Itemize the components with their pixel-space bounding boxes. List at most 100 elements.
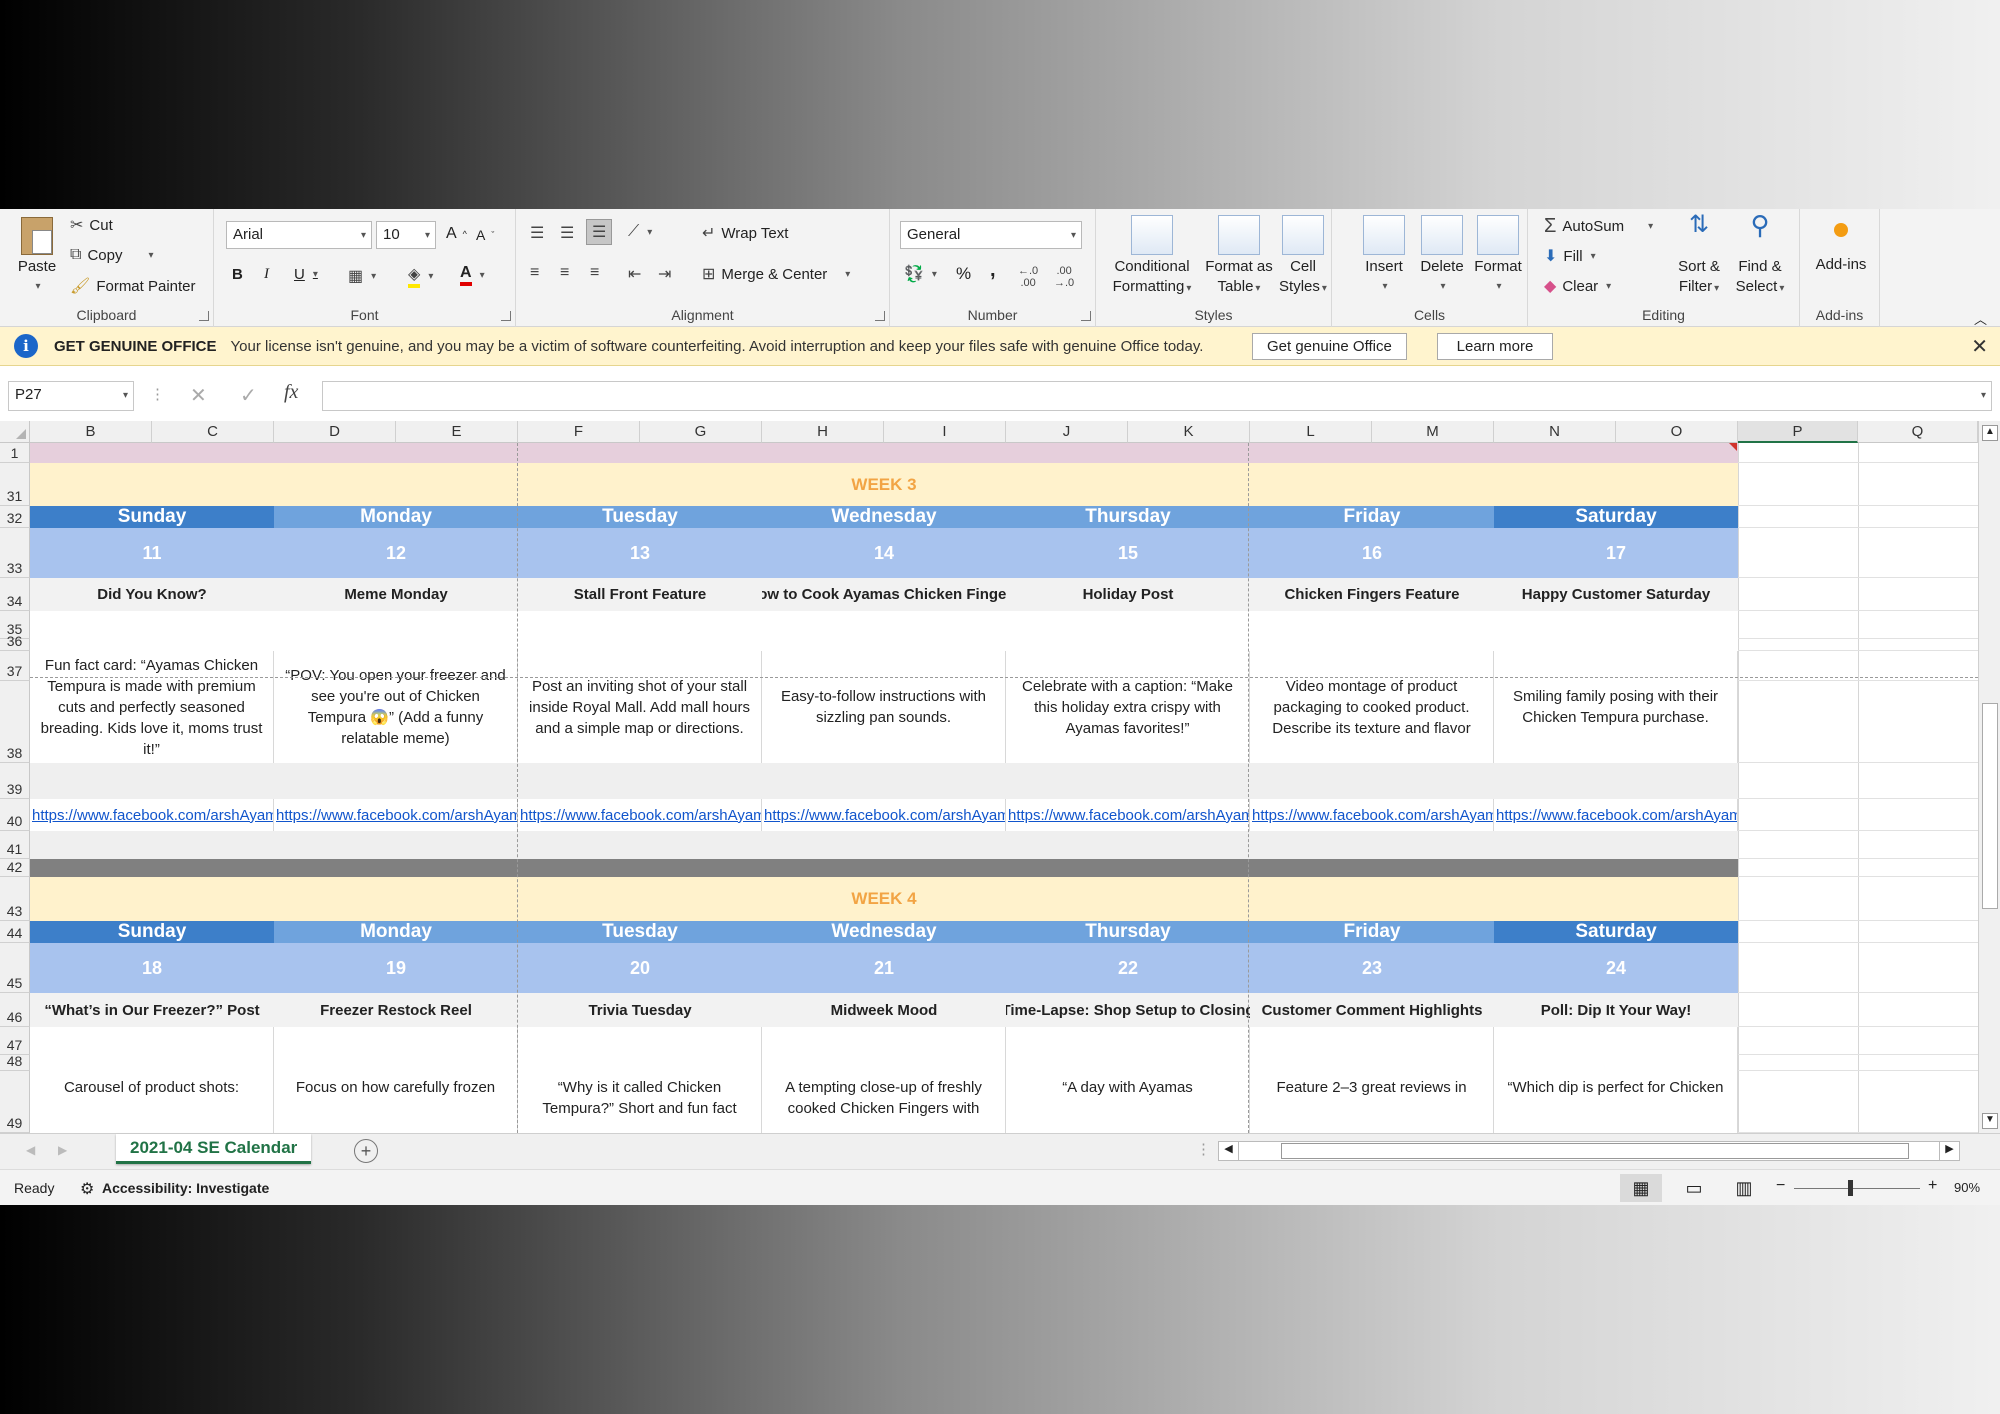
column-header-i[interactable]: I <box>884 421 1006 443</box>
column-header-e[interactable]: E <box>396 421 518 443</box>
column-header-k[interactable]: K <box>1128 421 1250 443</box>
bold-button[interactable]: B <box>232 266 243 283</box>
top-align-button[interactable]: ☰ <box>530 223 544 243</box>
row-header-32[interactable]: 32 <box>0 506 30 528</box>
get-genuine-office-button[interactable]: Get genuine Office <box>1252 333 1407 360</box>
column-p-area[interactable] <box>1738 443 1858 1133</box>
clipboard-launcher-icon[interactable] <box>199 311 209 321</box>
horizontal-scrollbar[interactable]: ◀ ▶ <box>1218 1141 1960 1161</box>
zoom-slider[interactable] <box>1794 1188 1920 1189</box>
w3-link-1[interactable]: https://www.facebook.com/arshAyamas <box>274 799 518 831</box>
copy-button[interactable]: ⧉ Copy ▾ <box>70 246 154 264</box>
merge-center-button[interactable]: ⊞ Merge & Center ▾ <box>702 264 850 284</box>
format-button[interactable]: Format ▾ <box>1470 215 1526 297</box>
learn-more-button[interactable]: Learn more <box>1437 333 1553 360</box>
page-layout-icon[interactable]: ▭ <box>1676 1174 1712 1202</box>
cut-button[interactable]: ✂ Cut <box>70 215 113 235</box>
insert-function-icon[interactable]: fx <box>284 381 298 404</box>
vertical-scrollbar[interactable]: ▲ ▼ <box>1978 421 2000 1133</box>
spreadsheet-grid[interactable]: BCDEFGHIJKLMNOPQ 1 31 32 33 34 35 36 37 38 39 40 41… <box>0 421 1978 1133</box>
column-header-l[interactable]: L <box>1250 421 1372 443</box>
normal-view-icon[interactable]: ▦ <box>1620 1174 1662 1202</box>
row-header-48[interactable]: 48 <box>0 1053 30 1071</box>
number-launcher-icon[interactable] <box>1081 311 1091 321</box>
row-header-47[interactable]: 47 <box>0 1027 30 1055</box>
font-name-select[interactable]: Arial ▾ <box>226 221 372 249</box>
column-header-q[interactable]: Q <box>1858 421 1978 443</box>
grow-font-button[interactable]: A ^ <box>446 225 467 243</box>
format-as-table-button[interactable]: Format as Table ▾ <box>1200 215 1278 299</box>
enter-icon[interactable]: ✓ <box>240 383 257 408</box>
row-header-1[interactable]: 1 <box>0 443 30 463</box>
delete-button[interactable]: Delete ▾ <box>1414 215 1470 297</box>
zoom-slider-thumb[interactable] <box>1848 1180 1853 1196</box>
column-header-g[interactable]: G <box>640 421 762 443</box>
comma-style-button[interactable]: , <box>990 259 996 282</box>
orientation-button[interactable]: ⟋ ▾ <box>628 223 652 241</box>
row-header-42[interactable]: 42 <box>0 859 30 877</box>
scroll-right-icon[interactable]: ▶ <box>1939 1142 1959 1160</box>
column-header-j[interactable]: J <box>1006 421 1128 443</box>
column-header-n[interactable]: N <box>1494 421 1616 443</box>
column-header-b[interactable]: B <box>30 421 152 443</box>
column-header-f[interactable]: F <box>518 421 640 443</box>
sort-filter-button[interactable]: ⇅ Sort & Filter ▾ <box>1670 213 1728 299</box>
autosum-button[interactable]: Σ AutoSum ▾ <box>1544 215 1653 238</box>
column-header-m[interactable]: M <box>1372 421 1494 443</box>
accessibility-status[interactable]: Accessibility: Investigate <box>102 1180 269 1196</box>
column-header-o[interactable]: O <box>1616 421 1738 443</box>
w3-link-0[interactable]: https://www.facebook.com/arshAyamas <box>30 799 274 831</box>
cell-styles-button[interactable]: Cell Styles ▾ <box>1274 215 1332 299</box>
increase-indent-button[interactable]: ⇥ <box>658 264 671 284</box>
add-sheet-icon[interactable]: + <box>354 1139 378 1163</box>
font-size-select[interactable]: 10 ▾ <box>376 221 436 249</box>
page-break-preview-icon[interactable]: ▥ <box>1726 1174 1762 1202</box>
zoom-level[interactable]: 90% <box>1954 1180 1980 1195</box>
row-header-39[interactable]: 39 <box>0 763 30 799</box>
alignment-launcher-icon[interactable] <box>875 311 885 321</box>
row-header-36[interactable]: 36 <box>0 633 30 651</box>
font-launcher-icon[interactable] <box>501 311 511 321</box>
row-header-49[interactable]: 49 <box>0 1071 30 1133</box>
decrease-indent-button[interactable]: ⇤ <box>628 264 641 284</box>
center-button[interactable]: ≡ <box>560 264 569 282</box>
column-header-p[interactable]: P <box>1738 421 1858 443</box>
select-all-corner[interactable] <box>0 421 30 443</box>
tab-splitter-icon[interactable]: ⋮ <box>1196 1140 1211 1158</box>
zoom-in-icon[interactable]: + <box>1928 1177 1937 1195</box>
accounting-format-button[interactable]: 💱 ▾ <box>904 264 937 284</box>
insert-button[interactable]: Insert ▾ <box>1358 215 1410 297</box>
sheet-tab-active[interactable]: 2021-04 SE Calendar <box>116 1134 312 1164</box>
format-painter-button[interactable]: 🖌 Format Painter <box>70 276 196 296</box>
italic-button[interactable]: I <box>264 266 269 283</box>
row-header-46[interactable]: 46 <box>0 993 30 1027</box>
middle-align-button[interactable]: ☰ <box>560 223 574 243</box>
column-header-d[interactable]: D <box>274 421 396 443</box>
fill-color-button[interactable]: ◈ ▾ <box>408 264 433 288</box>
bottom-align-button[interactable]: ☰ <box>586 219 613 245</box>
horizontal-scroll-thumb[interactable] <box>1281 1143 1909 1159</box>
percent-style-button[interactable]: % <box>956 264 971 284</box>
paste-button[interactable]: Paste ▾ <box>14 217 60 297</box>
find-select-button[interactable]: ⚲ Find & Select ▾ <box>1728 212 1792 299</box>
number-format-select[interactable]: General ▾ <box>900 221 1082 249</box>
row-header-34[interactable]: 34 <box>0 578 30 611</box>
w3-link-6[interactable]: https://www.facebook.com/arshAyamas <box>1494 799 1738 831</box>
tab-scroll-left-icon[interactable]: ◀ <box>26 1143 35 1157</box>
collapse-ribbon-icon[interactable]: ︿ <box>1974 309 1987 328</box>
formula-input[interactable]: ▾ <box>322 381 1992 411</box>
decrease-decimal-button[interactable]: .00 →.0 <box>1054 265 1074 289</box>
fill-button[interactable]: ⬇ Fill ▾ <box>1544 246 1596 266</box>
zoom-out-icon[interactable]: − <box>1776 1177 1785 1195</box>
row-header-38[interactable]: 38 <box>0 681 30 763</box>
scroll-down-icon[interactable]: ▼ <box>1982 1113 1998 1129</box>
conditional-formatting-button[interactable]: Conditional Formatting ▾ <box>1104 215 1200 299</box>
scroll-up-icon[interactable]: ▲ <box>1982 425 1998 441</box>
vertical-scroll-thumb[interactable] <box>1982 703 1998 909</box>
tab-scroll-right-icon[interactable]: ▶ <box>58 1143 67 1157</box>
clear-button[interactable]: ◆ Clear ▾ <box>1544 276 1611 296</box>
w3-link-5[interactable]: https://www.facebook.com/arshAyamas <box>1250 799 1494 831</box>
row-header-37[interactable]: 37 <box>0 651 30 681</box>
align-right-button[interactable]: ≡ <box>590 264 599 282</box>
name-box[interactable]: P27 ▾ <box>8 381 134 411</box>
